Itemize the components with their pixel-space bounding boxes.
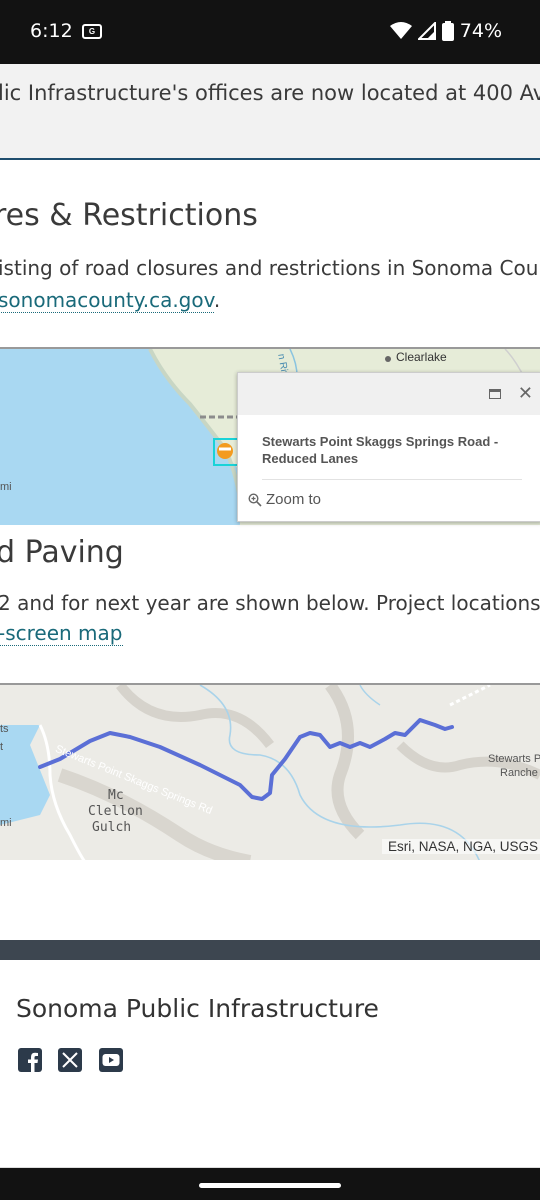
map2-ranch-line1: Stewarts P xyxy=(488,753,540,765)
home-gesture-handle[interactable] xyxy=(199,1183,341,1188)
status-indicators: 74% xyxy=(389,18,502,44)
map2-gulch-line3: Gulch xyxy=(92,820,132,835)
zoom-to-label: Zoom to xyxy=(266,491,322,508)
facebook-icon[interactable] xyxy=(18,1048,42,1072)
map2-scale-label: mi xyxy=(0,817,12,829)
paving-projects-map[interactable]: ts t Stewarts Point Skaggs Springs Rd Mc… xyxy=(0,683,540,860)
map-feature-popup: ✕ Stewarts Point Skaggs Springs Road - R… xyxy=(237,372,540,522)
paving-map-graphic xyxy=(0,685,540,860)
zoom-to-button[interactable]: Zoom to xyxy=(248,491,321,508)
popup-title: Stewarts Point Skaggs Springs Road - Red… xyxy=(262,433,522,480)
closures-heading: res & Restrictions xyxy=(0,198,258,233)
map2-label-left-mid: t xyxy=(0,741,4,753)
site-footer: Sonoma Public Infrastructure xyxy=(0,960,540,1168)
popup-header: ✕ xyxy=(238,373,540,415)
x-icon[interactable] xyxy=(58,1048,82,1072)
footer-top-bar xyxy=(0,940,540,960)
map-attribution: Esri, NASA, NGA, USGS xyxy=(381,839,540,854)
map2-gulch-line1: Mc xyxy=(108,788,124,803)
map-place-clearlake: Clearlake xyxy=(396,350,447,364)
closures-paragraph: isting of road closures and restrictions… xyxy=(0,252,538,316)
paving-text-line1: 2 and for next year are shown below. Pro… xyxy=(0,591,540,615)
full-screen-map-link[interactable]: -screen map xyxy=(0,621,123,646)
zoom-in-icon xyxy=(248,492,262,507)
navigation-bar xyxy=(0,1168,540,1200)
battery-icon xyxy=(441,21,454,41)
alert-banner-text: lic Infrastructure's offices are now loc… xyxy=(0,81,540,105)
closures-text-line1: isting of road closures and restrictions… xyxy=(0,256,539,280)
alert-banner[interactable]: lic Infrastructure's offices are now loc… xyxy=(0,64,540,160)
map2-label-left-top: ts xyxy=(0,723,9,735)
battery-percent: 74% xyxy=(459,20,502,42)
footer-title: Sonoma Public Infrastructure xyxy=(16,994,379,1023)
maximize-icon[interactable] xyxy=(489,389,501,399)
paving-paragraph: 2 and for next year are shown below. Pro… xyxy=(0,588,540,648)
status-bar: 6:12 G 74% xyxy=(0,0,540,64)
map-scale-label: mi xyxy=(0,481,12,493)
map2-gulch-line2: Clellon xyxy=(88,804,143,819)
signal-icon xyxy=(417,22,436,40)
paving-heading: d Paving xyxy=(0,535,124,570)
closures-link-suffix: . xyxy=(213,288,221,312)
news-icon: G xyxy=(82,24,102,39)
sonoma-county-link[interactable]: sonomacounty.ca.gov xyxy=(0,288,214,313)
wifi-icon xyxy=(389,22,412,39)
close-icon[interactable]: ✕ xyxy=(518,384,533,402)
status-time: 6:12 xyxy=(30,20,73,42)
map2-ranch-line2: Ranche xyxy=(500,767,538,779)
youtube-icon[interactable] xyxy=(99,1048,123,1072)
